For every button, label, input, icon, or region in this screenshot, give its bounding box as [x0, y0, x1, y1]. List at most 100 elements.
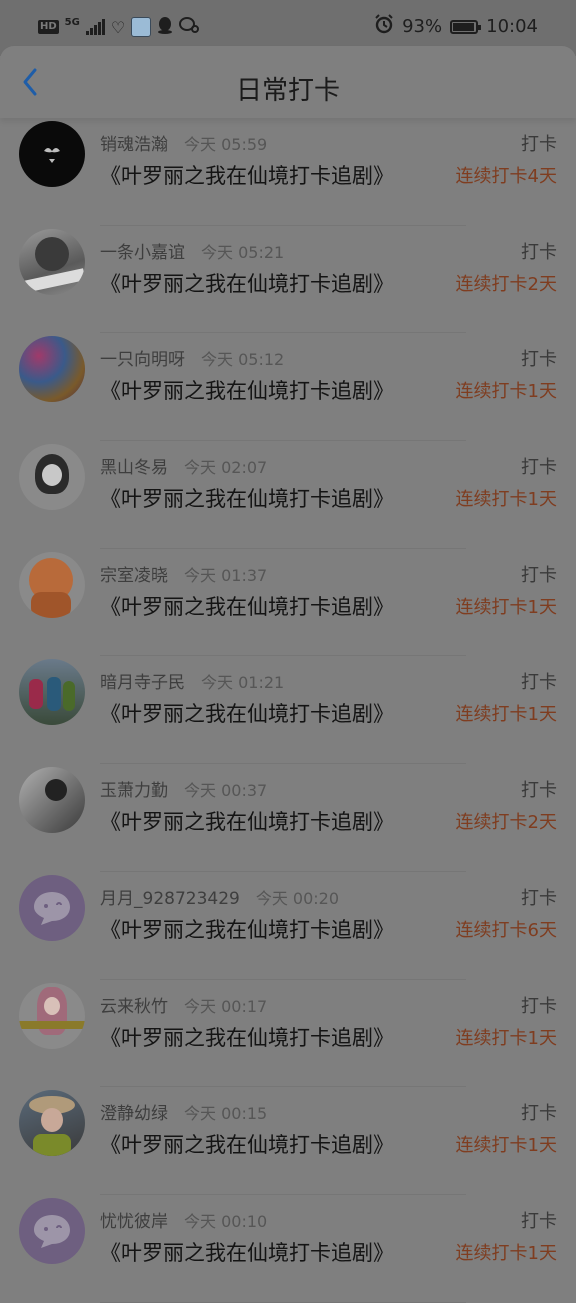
page-title: 日常打卡: [235, 76, 340, 106]
checkin-time: 今天 01:37: [184, 565, 268, 585]
book-title[interactable]: 《叶罗丽之我在仙境打卡追剧》: [100, 375, 394, 405]
list-item[interactable]: 月月_928723429 今天 00:20 《叶罗丽之我在仙境打卡追剧》 打卡连续打卡…: [0, 872, 576, 980]
user-meta: 暗月寺子民 今天 01:21: [100, 668, 284, 693]
username[interactable]: 黑山冬易: [100, 453, 168, 478]
checkin-tag: 打卡: [521, 1103, 557, 1125]
avatar[interactable]: [19, 444, 85, 511]
list-item[interactable]: 云来秋竹 今天 00:17 《叶罗丽之我在仙境打卡追剧》 打卡连续打卡1天: [0, 980, 576, 1088]
streak-label: 连续打卡1天: [455, 596, 557, 618]
avatar[interactable]: [19, 659, 85, 726]
checkin-time: 今天 05:21: [201, 242, 285, 262]
book-title[interactable]: 《叶罗丽之我在仙境打卡追剧》: [100, 806, 394, 836]
avatar[interactable]: [19, 551, 85, 618]
username[interactable]: 玉萧力勤: [100, 776, 168, 801]
hd-icon: HD: [38, 20, 59, 34]
username[interactable]: 一只向明呀: [100, 345, 185, 370]
checkin-tag: 打卡: [521, 349, 557, 371]
streak-label: 连续打卡1天: [455, 1135, 557, 1157]
book-title[interactable]: 《叶罗丽之我在仙境打卡追剧》: [100, 591, 394, 621]
username[interactable]: 忧忧彼岸: [100, 1207, 168, 1232]
username[interactable]: 月月_928723429: [100, 884, 240, 909]
user-meta: 一只向明呀 今天 05:12: [100, 345, 284, 370]
list-item[interactable]: 玉萧力勤 今天 00:37 《叶罗丽之我在仙境打卡追剧》 打卡 连续打卡2天: [0, 764, 576, 872]
book-title[interactable]: 《叶罗丽之我在仙境打卡追剧》: [100, 160, 394, 190]
avatar[interactable]: [19, 336, 85, 403]
book-title[interactable]: 《叶罗丽之我在仙境打卡追剧》: [100, 268, 394, 298]
checkin-time: 今天 00:15: [184, 1104, 268, 1124]
list-item[interactable]: 一条小嘉谊 今天 05:21 《叶罗丽之我在仙境打卡追剧》 打卡连续打卡2天: [0, 226, 576, 334]
avatar[interactable]: [19, 228, 85, 295]
avatar[interactable]: [19, 767, 85, 834]
app-icon: [131, 17, 152, 37]
checkin-time: 今天 00:20: [255, 888, 340, 908]
checkin-time: 今天 00:37: [184, 781, 268, 801]
checkin-time: 今天 05:59: [184, 135, 268, 154]
book-title[interactable]: 《叶罗丽之我在仙境打卡追剧》: [100, 483, 394, 513]
battery-percent: 93%: [402, 16, 443, 37]
user-meta: 黑山冬易 今天 02:07: [100, 453, 267, 478]
battery-fill: [453, 22, 474, 31]
list-item[interactable]: 宗室凌晓 今天 01:37 《叶罗丽之我在仙境打卡追剧》 打卡连续打卡1天: [0, 549, 576, 657]
clock: 10:04: [486, 16, 538, 37]
username[interactable]: 宗室凌晓: [100, 561, 168, 586]
avatar[interactable]: [19, 874, 85, 941]
status-left-group: HD 5G ♡: [38, 16, 200, 38]
streak-label: 连续打卡1天: [455, 704, 557, 726]
streak-label: 连续打卡1天: [455, 1027, 557, 1049]
checkin-time: 今天 01:21: [201, 673, 285, 693]
list-item[interactable]: 澄静幼绿 今天 00:15 《叶罗丽之我在仙境打卡追剧》 打卡连续打卡1天: [0, 1087, 576, 1195]
checkin-tag: 打卡: [521, 672, 557, 694]
battery-icon: [450, 19, 482, 34]
checkin-tag: 打卡: [521, 995, 557, 1017]
username[interactable]: 暗月寺子民: [100, 668, 185, 693]
streak-label: 连续打卡1天: [455, 489, 557, 511]
book-title[interactable]: 《叶罗丽之我在仙境打卡追剧》: [100, 1237, 394, 1267]
app-header: 日常打卡: [0, 46, 576, 118]
username[interactable]: 销魂浩瀚: [100, 130, 168, 155]
book-title[interactable]: 《叶罗丽之我在仙境打卡追剧》: [100, 1022, 394, 1052]
checkin-time: 今天 02:07: [184, 458, 268, 478]
list-item[interactable]: 忧忧彼岸 今天 00:10 《叶罗丽之我在仙境打卡追剧》 打卡连续打卡1天: [0, 1195, 576, 1303]
status-right-group: 93% 10:04: [374, 14, 538, 39]
qq-icon: [157, 16, 173, 38]
list-item[interactable]: 暗月寺子民 今天 01:21 《叶罗丽之我在仙境打卡追剧》 打卡连续打卡1天: [0, 656, 576, 765]
book-title[interactable]: 《叶罗丽之我在仙境打卡追剧》: [100, 698, 394, 728]
avatar[interactable]: [19, 1090, 85, 1157]
user-meta: 月月_928723429 今天 00:20: [100, 884, 339, 909]
user-meta: 销魂浩瀚 今天 05:59: [100, 130, 267, 155]
streak-label: 连续打卡1天: [455, 381, 557, 403]
user-meta: 忧忧彼岸 今天 00:10: [100, 1207, 267, 1232]
user-meta: 玉萧力勤 今天 00:37: [100, 776, 267, 801]
list-item[interactable]: 黑山冬易 今天 02:07 《叶罗丽之我在仙境打卡追剧》 打卡连续打卡1天: [0, 441, 576, 549]
heart-icon: ♡: [110, 17, 126, 37]
avatar[interactable]: [19, 1197, 85, 1264]
checkin-tag: 打卡: [521, 457, 557, 479]
checkin-tag: 打卡: [521, 1210, 557, 1232]
user-meta: 宗室凌晓 今天 01:37: [100, 561, 267, 586]
user-meta: 云来秋竹 今天 00:17: [100, 992, 267, 1017]
checkin-tag: 打卡: [521, 564, 557, 586]
checkin-tag: 打卡: [521, 241, 557, 263]
streak-label: 连续打卡2天: [455, 273, 557, 295]
checkin-time: 今天 00:10: [184, 1211, 268, 1231]
streak-label: 连续打卡2天: [455, 812, 557, 834]
username[interactable]: 云来秋竹: [100, 992, 168, 1017]
streak-label: 连续打卡6天: [455, 919, 557, 941]
checkin-time: 今天 05:12: [201, 350, 285, 370]
username[interactable]: 一条小嘉谊: [100, 238, 185, 263]
checkin-time: 今天 00:17: [184, 996, 268, 1016]
avatar[interactable]: [19, 121, 85, 187]
alarm-icon: [374, 14, 394, 39]
checkin-list: 销魂浩瀚 今天 05:59 《叶罗丽之我在仙境打卡追剧》 打卡 连续打卡4天 一条小嘉谊今…: [0, 118, 576, 1303]
list-item[interactable]: 销魂浩瀚 今天 05:59 《叶罗丽之我在仙境打卡追剧》 打卡 连续打卡4天: [0, 118, 576, 226]
checkin-tag: 打卡: [521, 887, 557, 909]
chat-icon: [179, 16, 200, 38]
list-item[interactable]: 一只向明呀 今天 05:12 《叶罗丽之我在仙境打卡追剧》 打卡连续打卡1天: [0, 333, 576, 442]
5g-icon: 5G: [64, 17, 80, 28]
username[interactable]: 澄静幼绿: [100, 1099, 168, 1124]
streak-label: 连续打卡1天: [455, 1242, 557, 1264]
avatar[interactable]: [19, 982, 85, 1049]
user-meta: 澄静幼绿 今天 00:15: [100, 1099, 267, 1124]
book-title[interactable]: 《叶罗丽之我在仙境打卡追剧》: [100, 914, 394, 944]
book-title[interactable]: 《叶罗丽之我在仙境打卡追剧》: [100, 1129, 394, 1159]
